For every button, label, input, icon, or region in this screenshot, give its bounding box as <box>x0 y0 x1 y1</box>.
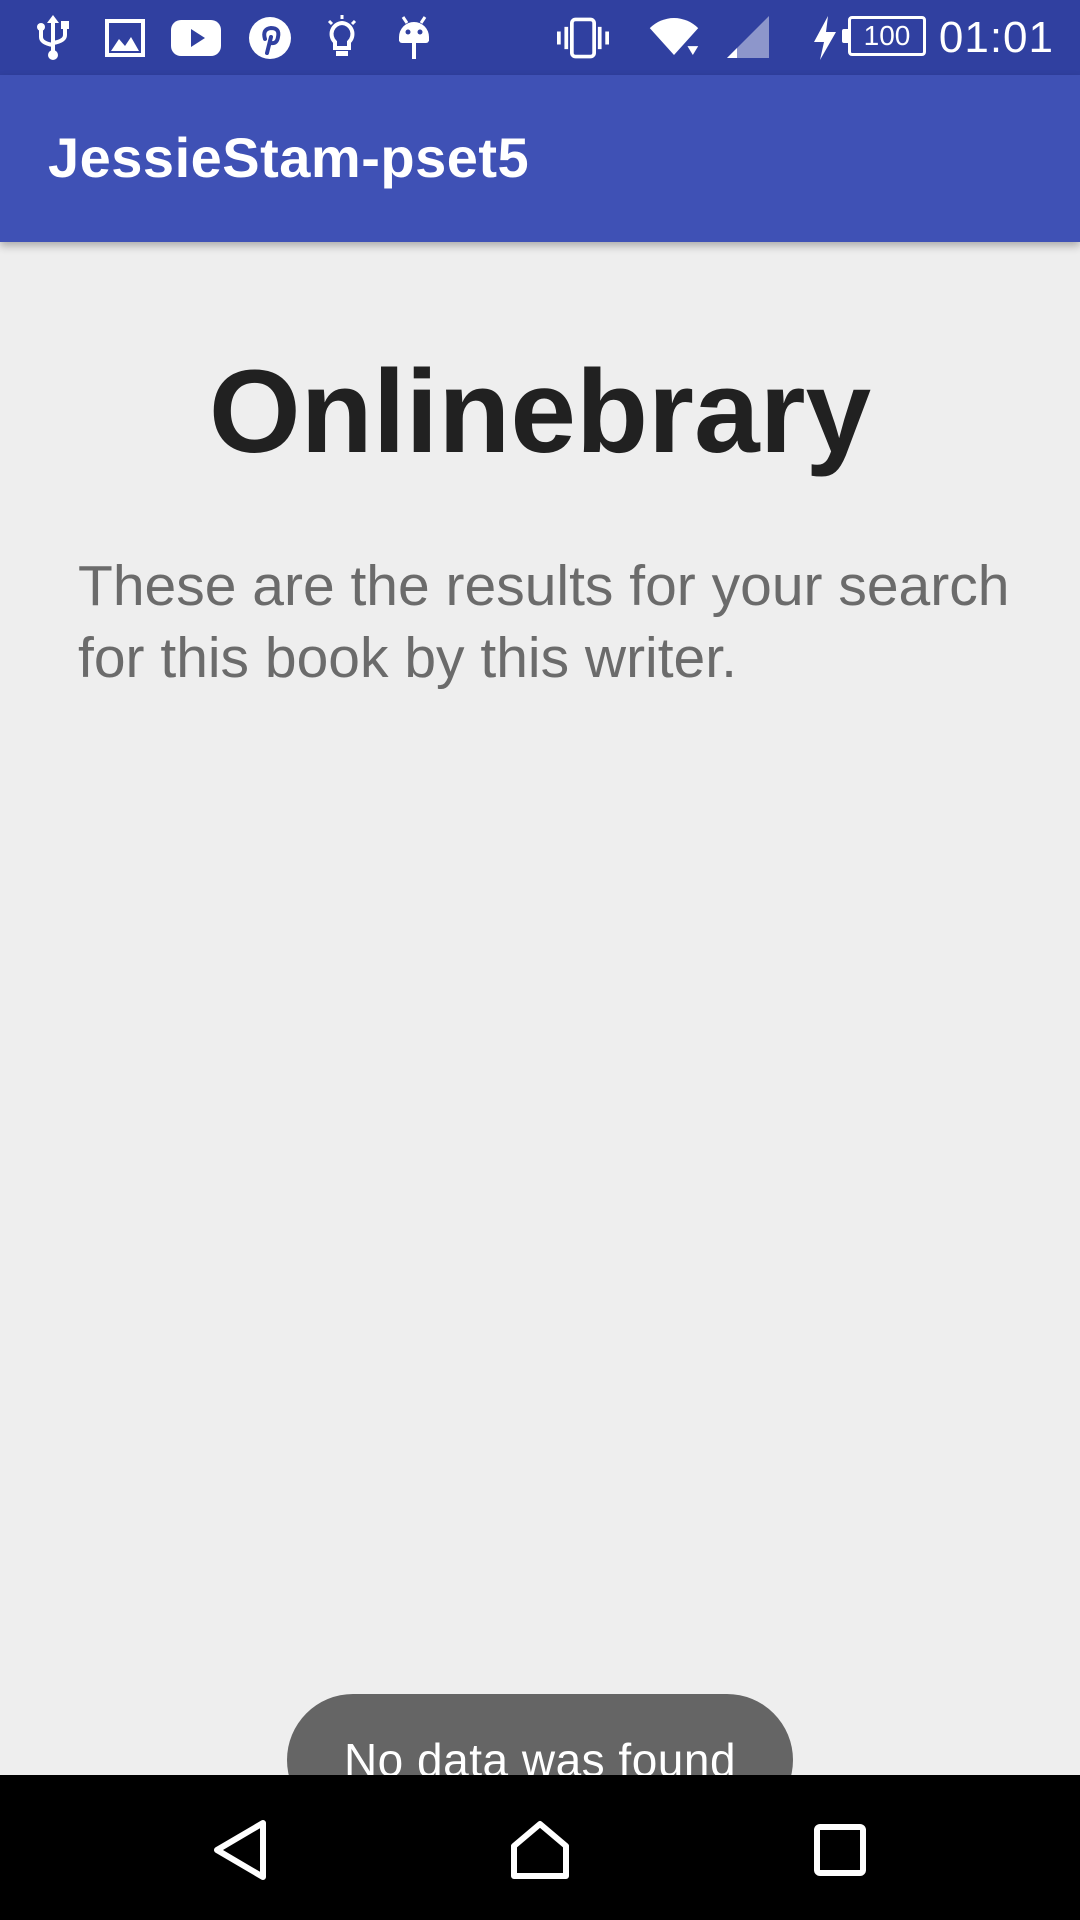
status-bar: 100 01:01 <box>0 0 1080 75</box>
home-icon[interactable] <box>485 1795 595 1905</box>
recents-icon[interactable] <box>785 1795 895 1905</box>
usb-icon <box>27 12 79 64</box>
vibrate-icon <box>557 12 609 64</box>
clock: 01:01 <box>938 13 1054 62</box>
pinterest-icon <box>244 12 296 64</box>
battery-level: 100 <box>842 16 926 56</box>
signal-icon <box>722 12 774 64</box>
navigation-bar <box>0 1775 1080 1920</box>
image-icon <box>99 12 151 64</box>
android-icon <box>388 12 440 64</box>
page-heading: Onlinebrary <box>208 346 872 478</box>
results-description: These are the results for your search fo… <box>78 554 1010 690</box>
app-title: JessieStam-pset5 <box>48 126 530 189</box>
lightbulb-icon <box>316 12 368 64</box>
main-content: Onlinebrary These are the results for yo… <box>0 242 1080 1826</box>
back-icon[interactable] <box>186 1795 296 1905</box>
youtube-icon <box>170 12 222 64</box>
wifi-icon <box>648 12 700 64</box>
app-bar: JessieStam-pset5 <box>0 75 1080 242</box>
